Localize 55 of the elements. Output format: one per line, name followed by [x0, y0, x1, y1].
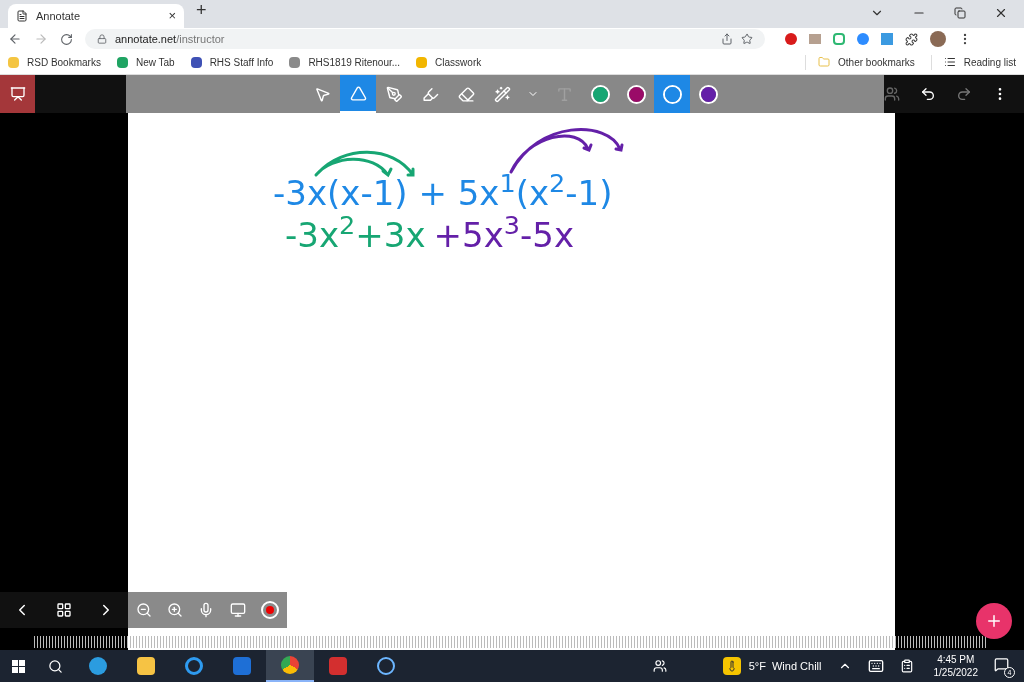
folder-icon [818, 56, 831, 68]
bookmark-item[interactable]: RSD Bookmarks [8, 54, 101, 70]
extension-icon[interactable] [857, 33, 869, 45]
timeline-scrubber[interactable] [34, 636, 988, 648]
whiteboard-page[interactable]: -3x(x-1) + 5x$^{1}$(x$^{2}$-1) -3x$^{2}$+3x +5x$^{3}$-5x [128, 113, 895, 650]
record-button[interactable] [261, 601, 280, 619]
presentation-button[interactable] [0, 75, 36, 113]
redo-icon[interactable] [956, 86, 972, 102]
star-icon[interactable] [741, 33, 753, 45]
address-field[interactable]: annotate.net/instructor [85, 29, 765, 49]
close-tab-button[interactable]: × [168, 6, 176, 26]
presentation-icon [9, 86, 26, 102]
people-icon[interactable] [652, 659, 667, 673]
undo-icon[interactable] [920, 86, 936, 102]
puzzle-icon[interactable] [905, 32, 918, 46]
handwritten-math: -3x$^{2}$+3x [285, 215, 426, 255]
new-tab-button[interactable]: + [196, 0, 207, 24]
weather-widget[interactable]: 5°F Wind Chill [722, 657, 822, 675]
tool-button[interactable] [340, 75, 377, 113]
color-swatch[interactable] [654, 75, 691, 113]
restore-icon[interactable] [954, 7, 966, 19]
url-text: annotate.net/instructor [115, 31, 226, 47]
reload-icon[interactable] [60, 32, 73, 46]
close-icon[interactable] [994, 6, 1008, 20]
bookmark-item[interactable]: Classwork [416, 54, 482, 70]
avatar[interactable] [930, 31, 946, 47]
bookmark-item[interactable]: RHS Staff Info [190, 54, 274, 70]
folder-icon [8, 56, 19, 68]
handwritten-math: -3x(x-1) + 5x$^{1}$(x$^{2}$-1) [273, 173, 613, 213]
search-icon[interactable] [47, 658, 63, 674]
extension-icon[interactable] [833, 33, 845, 45]
plus-icon [985, 612, 1003, 630]
zoom-in-icon[interactable] [167, 602, 184, 618]
tablet-icon[interactable] [899, 659, 914, 673]
taskbar-app[interactable] [266, 650, 314, 682]
keyboard-icon[interactable] [867, 658, 884, 674]
bookmark-item[interactable]: New Tab [116, 54, 175, 70]
browser-tab[interactable]: Annotate × [8, 4, 184, 28]
extension-icon[interactable] [785, 33, 797, 45]
list-icon [943, 56, 956, 68]
message-icon [994, 657, 1009, 672]
reading-list-button[interactable]: Reading list [930, 54, 1016, 70]
zoom-out-icon[interactable] [135, 602, 152, 618]
back-icon[interactable] [8, 32, 22, 46]
page-icon [16, 10, 28, 22]
lock-icon [97, 34, 107, 44]
bookmark-item[interactable]: RHS1819 Ritenour... [289, 54, 401, 70]
handwritten-math: +5x$^{3}$-5x [433, 215, 575, 255]
grid-icon[interactable] [56, 602, 72, 618]
share-icon[interactable] [721, 33, 733, 45]
screens-icon[interactable] [229, 602, 246, 618]
bookmark-item[interactable]: Other bookmarks [805, 54, 915, 70]
clock[interactable]: 4:45 PM 1/25/2022 [933, 653, 978, 679]
windows-logo-icon[interactable] [11, 659, 25, 673]
add-button[interactable] [976, 603, 1012, 639]
